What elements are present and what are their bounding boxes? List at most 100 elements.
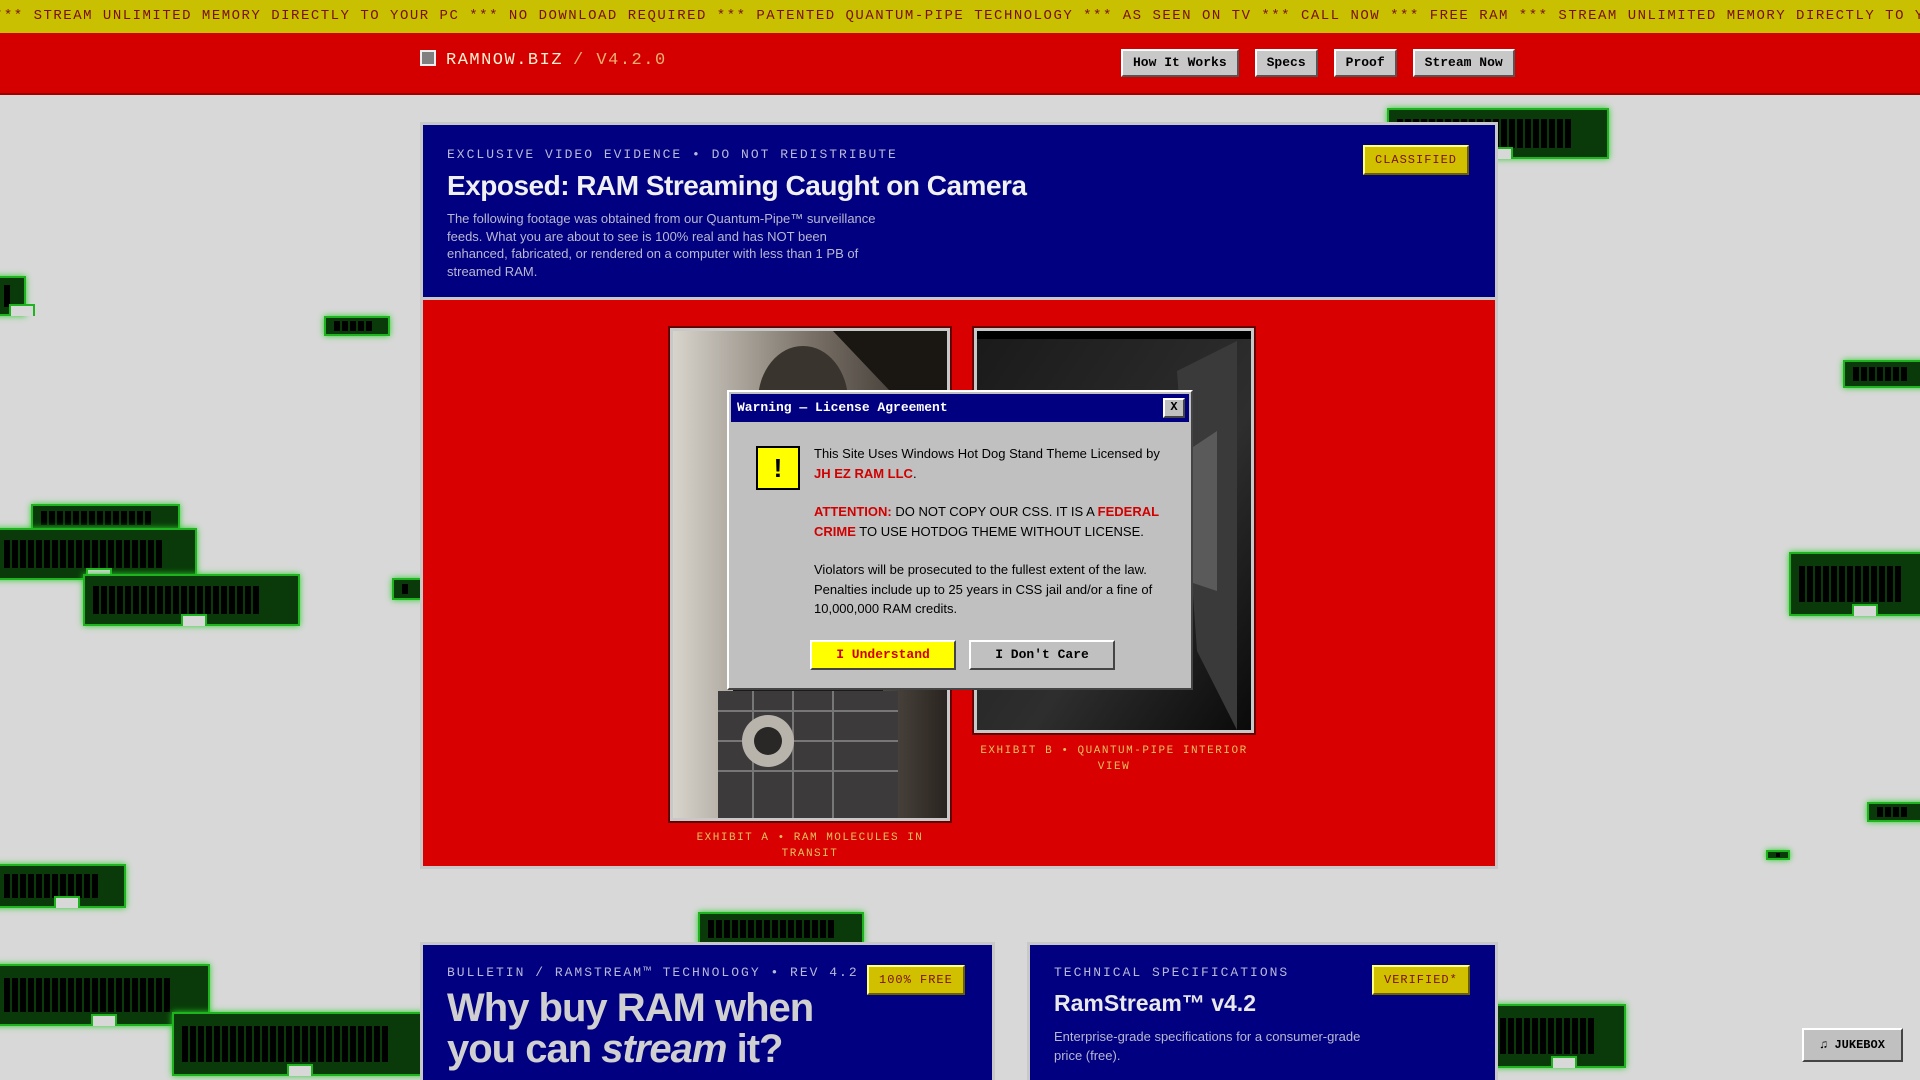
ram-notch (287, 1064, 313, 1076)
ram-stick-icon (0, 864, 126, 908)
ram-notch (1852, 604, 1878, 616)
nav-proof[interactable]: Proof (1333, 49, 1397, 77)
specs-description: Enterprise-grade specifications for a co… (1054, 1029, 1361, 1063)
ram-notch (9, 304, 35, 316)
ram-chip (101, 585, 107, 615)
ram-chip (60, 977, 66, 1013)
marquee-ticker: *** STREAM UNLIMITED MEMORY DIRECTLY TO … (0, 0, 1920, 33)
jukebox-button[interactable]: ♫ JUKEBOX (1802, 1028, 1903, 1062)
ram-chip (198, 1026, 204, 1062)
ram-chip (20, 539, 26, 569)
ram-chip (748, 920, 754, 938)
ram-chip (92, 874, 98, 898)
ram-chip (44, 977, 50, 1013)
ram-chip (189, 585, 195, 615)
ram-chip (148, 539, 154, 569)
close-button[interactable]: X (1163, 398, 1185, 418)
ram-chip (137, 510, 143, 526)
ram-chip (334, 1026, 340, 1062)
ram-chip (796, 920, 802, 938)
licensor-link[interactable]: JH EZ RAM LLC (814, 466, 913, 481)
ram-chip (124, 539, 130, 569)
ram-chip (100, 539, 106, 569)
ram-chip (205, 585, 211, 615)
ram-chip (1861, 366, 1867, 382)
ram-chip (60, 874, 66, 898)
ram-chip (12, 539, 18, 569)
ram-chip (1799, 566, 1805, 602)
ram-chip (764, 920, 770, 938)
ram-chip (57, 510, 63, 526)
ram-chip (1839, 566, 1845, 602)
exhibit-a-caption: EXHIBIT A • RAM MOLECULES IN TRANSIT (696, 832, 924, 860)
license-dialog: Warning — License Agreement X ! This Sit… (727, 390, 1193, 690)
ram-chip (68, 539, 74, 569)
ram-stick-icon (1789, 552, 1920, 616)
ram-notch (54, 896, 80, 908)
ram-chip (756, 920, 762, 938)
ram-stick-icon (1490, 1004, 1626, 1068)
ram-chip (1815, 566, 1821, 602)
ram-chip (190, 1026, 196, 1062)
evidence-description: The following footage was obtained from … (447, 211, 876, 279)
nav-how-it-works[interactable]: How It Works (1121, 49, 1239, 77)
ram-chip (1525, 119, 1531, 148)
ram-chip (92, 977, 98, 1013)
ram-chip (149, 585, 155, 615)
ram-chip (262, 1026, 268, 1062)
ram-chip (302, 1026, 308, 1062)
ram-notch (91, 1014, 117, 1026)
i-understand-button[interactable]: I Understand (810, 640, 956, 670)
main-nav: How It Works Specs Proof Stream Now (1121, 49, 1515, 77)
free-badge: 100% FREE (867, 965, 965, 995)
ram-chip (140, 539, 146, 569)
ram-chip (326, 1026, 332, 1062)
ram-chip (1807, 566, 1813, 602)
ram-chip (342, 321, 348, 331)
ticker-text: *** STREAM UNLIMITED MEMORY DIRECTLY TO … (0, 8, 1920, 24)
ram-chip (366, 1026, 372, 1062)
ram-chip (44, 874, 50, 898)
ram-chip (358, 1026, 364, 1062)
ram-chip (1823, 566, 1829, 602)
brand-version: / V4.2.0 (573, 51, 667, 70)
ram-chip (173, 585, 179, 615)
dialog-titlebar[interactable]: Warning — License Agreement X (731, 394, 1189, 422)
ram-chip (1564, 1018, 1570, 1054)
ram-chip (97, 510, 103, 526)
music-note-icon: ♫ (1820, 1038, 1828, 1052)
ram-chip (708, 920, 714, 938)
ram-chip (129, 510, 135, 526)
ram-chip (214, 1026, 220, 1062)
verified-badge: VERIFIED* (1372, 965, 1470, 995)
ram-chip (310, 1026, 316, 1062)
ram-chip (1877, 807, 1883, 817)
ram-stick-icon (0, 528, 197, 580)
brand[interactable]: RAMNOW.BIZ / V4.2.0 (420, 49, 667, 70)
ram-chip (246, 1026, 252, 1062)
ram-chip (402, 583, 408, 595)
i-dont-care-button[interactable]: I Don't Care (969, 640, 1115, 670)
ram-chip (140, 977, 146, 1013)
ram-chip (148, 977, 154, 1013)
ram-chip (92, 539, 98, 569)
ram-chip (100, 977, 106, 1013)
ram-chip (76, 874, 82, 898)
exhibit-b-caption: EXHIBIT B • QUANTUM-PIPE INTERIOR VIEW (980, 745, 1248, 773)
ram-chip (1901, 807, 1907, 817)
nav-stream-now[interactable]: Stream Now (1412, 49, 1515, 77)
ram-chip (1879, 566, 1885, 602)
ram-chip (108, 539, 114, 569)
nav-specs[interactable]: Specs (1254, 49, 1318, 77)
ram-chip (254, 1026, 260, 1062)
ram-chip (132, 539, 138, 569)
ram-chip (238, 1026, 244, 1062)
ram-stick-icon (1766, 850, 1790, 860)
ram-chip (716, 920, 722, 938)
ram-chip (20, 977, 26, 1013)
ram-chip (165, 585, 171, 615)
ram-chip (156, 539, 162, 569)
ram-chip (237, 585, 243, 615)
ram-chip (68, 977, 74, 1013)
ram-chip (1517, 119, 1523, 148)
